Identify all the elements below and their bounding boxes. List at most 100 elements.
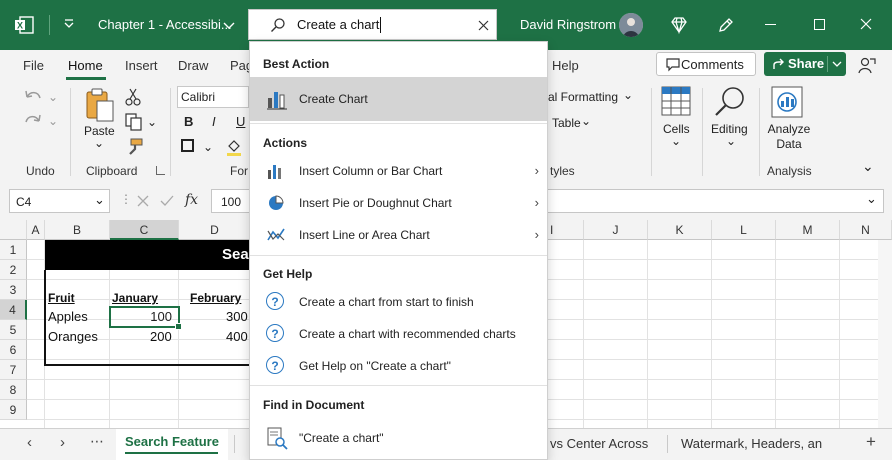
column-header-d[interactable]: D [179, 220, 251, 240]
row-header-4[interactable]: 4 [0, 300, 27, 320]
borders-icon[interactable] [181, 139, 194, 152]
borders-chevron-down-icon[interactable]: ⌄ [203, 140, 213, 154]
name-box[interactable]: C4 ⌄ [9, 189, 110, 213]
next-sheet-icon[interactable]: › [60, 434, 65, 451]
pen-icon[interactable] [716, 15, 736, 38]
copy-icon[interactable] [125, 113, 143, 134]
diamond-icon[interactable] [669, 15, 689, 38]
editing-chevron-down-icon[interactable]: ⌄ [726, 134, 736, 148]
tab-home[interactable]: Home [68, 58, 103, 73]
column-header-l[interactable]: L [712, 220, 776, 240]
sheet-tab-active[interactable]: Search Feature [116, 429, 228, 460]
formula-bar-grip-icon[interactable]: ⋮ [120, 192, 132, 206]
create-chart-item[interactable]: Create Chart [250, 77, 547, 121]
quick-access-dropdown-icon[interactable] [62, 17, 76, 31]
share-button[interactable]: Share [764, 52, 846, 76]
header-january[interactable]: January [112, 288, 158, 308]
user-name[interactable]: David Ringstrom [520, 17, 616, 32]
row-header-8[interactable]: 8 [0, 380, 27, 400]
column-header-a[interactable]: A [27, 220, 45, 240]
conditional-formatting-chevron-down-icon[interactable]: ⌄ [623, 88, 633, 102]
cell-c5[interactable]: 200 [150, 327, 172, 347]
prev-sheet-icon[interactable]: ‹ [27, 434, 32, 451]
clear-search-icon[interactable] [478, 19, 489, 34]
maximize-icon[interactable] [814, 19, 825, 30]
cell-c4-selected[interactable]: 100 [109, 306, 182, 330]
insert-column-bar-chart-item[interactable]: Insert Column or Bar Chart › [250, 155, 547, 187]
tab-insert[interactable]: Insert [125, 58, 158, 73]
tab-file[interactable]: File [23, 58, 44, 73]
cells-chevron-down-icon[interactable]: ⌄ [671, 134, 681, 148]
add-sheet-icon[interactable]: + [866, 432, 876, 452]
undo-icon[interactable] [22, 88, 44, 109]
insert-line-area-chart-item[interactable]: Insert Line or Area Chart › [250, 219, 547, 251]
column-header-b[interactable]: B [45, 220, 110, 240]
row-header-7[interactable]: 7 [0, 360, 27, 380]
redo-chevron-down-icon[interactable]: ⌄ [48, 114, 58, 128]
row-header-1[interactable]: 1 [0, 240, 27, 260]
close-icon[interactable] [859, 17, 873, 34]
title-chevron-down-icon[interactable] [223, 19, 235, 34]
sheet-tab-center-across[interactable]: vs Center Across [550, 436, 648, 451]
search-input[interactable]: Create a chart [297, 17, 379, 32]
format-painter-icon[interactable] [125, 138, 143, 159]
more-sheets-icon[interactable]: ⋯ [90, 433, 104, 450]
cut-icon[interactable] [125, 88, 141, 109]
undo-chevron-down-icon[interactable]: ⌄ [48, 90, 58, 104]
tab-draw[interactable]: Draw [178, 58, 208, 73]
document-title[interactable]: Chapter 1 - Accessibi... [98, 17, 232, 32]
italic-button[interactable]: I [212, 114, 216, 129]
enter-icon[interactable] [160, 195, 174, 210]
format-as-table-button[interactable]: Table [552, 116, 581, 130]
fill-color-icon[interactable] [226, 138, 242, 159]
column-header-j[interactable]: J [584, 220, 648, 240]
row-header-5[interactable]: 5 [0, 320, 27, 340]
format-as-table-chevron-down-icon[interactable]: ⌄ [581, 114, 591, 128]
column-header-i[interactable]: I [548, 220, 584, 240]
cell-d5[interactable]: 400 [226, 327, 248, 347]
cell-d4[interactable]: 300 [226, 307, 248, 327]
analyze-data-icon[interactable] [771, 86, 803, 121]
name-box-chevron-down-icon[interactable]: ⌄ [94, 192, 105, 208]
ribbon-collapse-chevron-icon[interactable]: ⌄ [862, 158, 874, 175]
insert-function-icon[interactable]: fx [185, 192, 198, 208]
select-all-corner[interactable] [0, 220, 27, 240]
comments-button[interactable]: Comments [656, 52, 756, 76]
sheet-tab-watermark[interactable]: Watermark, Headers, an [681, 436, 822, 451]
row-header-9[interactable]: 9 [0, 400, 27, 420]
analyze-data-label[interactable]: Analyze Data [767, 122, 811, 152]
paste-chevron-down-icon[interactable]: ⌄ [94, 136, 104, 150]
clipboard-launcher-icon[interactable] [156, 166, 165, 175]
editing-search-icon[interactable] [713, 85, 747, 122]
header-february[interactable]: February [190, 288, 241, 308]
row-header-3[interactable]: 3 [0, 280, 27, 300]
fill-handle[interactable] [175, 323, 182, 330]
microphone-person-icon[interactable] [858, 56, 876, 77]
tab-help[interactable]: Help [552, 58, 579, 73]
paste-icon[interactable] [84, 87, 116, 126]
search-box[interactable]: Create a chart [248, 9, 497, 40]
font-name-combobox[interactable]: Calibri [177, 86, 249, 108]
column-header-c[interactable]: C [110, 220, 179, 240]
row-header-2[interactable]: 2 [0, 260, 27, 280]
table-banner[interactable]: Sea [45, 240, 251, 270]
row-header-6[interactable]: 6 [0, 340, 27, 360]
cancel-icon[interactable] [137, 195, 149, 210]
column-header-m[interactable]: M [776, 220, 840, 240]
cell-b5[interactable]: Oranges [48, 327, 98, 347]
avatar[interactable] [619, 13, 643, 37]
help-item-start-to-finish[interactable]: ? Create a chart from start to finish [250, 286, 547, 318]
help-item-recommended-charts[interactable]: ? Create a chart with recommended charts [250, 318, 547, 350]
minimize-icon[interactable] [765, 24, 776, 25]
cells-icon[interactable] [661, 86, 691, 119]
bold-button[interactable]: B [184, 114, 193, 129]
underline-button[interactable]: U [236, 114, 245, 129]
copy-chevron-down-icon[interactable]: ⌄ [147, 115, 157, 129]
vertical-scrollbar[interactable] [878, 240, 892, 428]
help-item-get-help-on[interactable]: ? Get Help on "Create a chart" [250, 350, 547, 382]
formula-expand-chevron-icon[interactable]: ⌄ [866, 191, 877, 207]
header-fruit[interactable]: Fruit [48, 288, 75, 308]
find-in-document-item[interactable]: "Create a chart" [250, 422, 547, 454]
column-header-n[interactable]: N [840, 220, 892, 240]
redo-icon[interactable] [22, 112, 44, 133]
